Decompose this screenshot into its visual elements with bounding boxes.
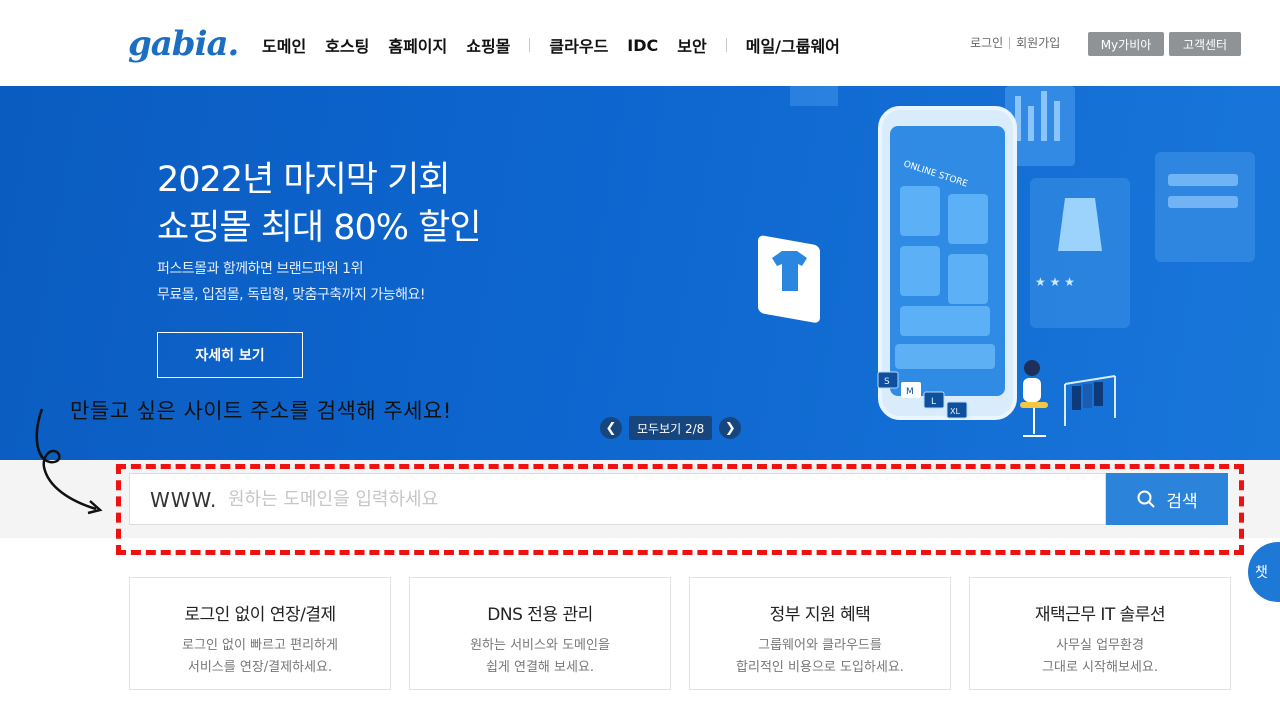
banner-title-line1: 2022년 마지막 기회: [157, 160, 451, 200]
banner-title-line2: 쇼핑몰 최대 80% 할인: [157, 208, 482, 248]
util-links: 로그인 회원가입: [970, 34, 1060, 51]
banner-pager: ❮ 모두보기 2/8 ❯: [600, 416, 742, 440]
card-desc-line: 그대로 시작해보세요.: [1042, 660, 1158, 675]
svg-text:S: S: [884, 377, 890, 387]
card-desc-line: 쉽게 연결해 보세요.: [485, 660, 595, 675]
signup-link[interactable]: 회원가입: [1016, 34, 1060, 51]
gabia-logo[interactable]: gabia.: [128, 24, 239, 64]
card-desc-line: 서비스를 연장/결제하세요.: [187, 660, 333, 675]
card-desc-line: 합리적인 비용으로 도입하세요.: [736, 660, 904, 675]
card-desc-line: 원하는 서비스와 도메인을: [470, 638, 610, 653]
banner-title: 2022년 마지막 기회 쇼핑몰 최대 80% 할인: [157, 156, 482, 252]
login-link[interactable]: 로그인: [970, 34, 1003, 51]
chevron-left-icon: ❮: [605, 420, 617, 436]
nav-mail-groupware[interactable]: 메일/그룹웨어: [746, 33, 840, 57]
phone-graphic: ONLINE STORE: [878, 106, 1017, 420]
svg-text:L: L: [931, 397, 936, 407]
card-desc-line: 사무실 업무환경: [1056, 638, 1144, 653]
support-button[interactable]: 고객센터: [1169, 32, 1241, 56]
chat-button[interactable]: 챗: [1248, 542, 1280, 602]
shopping-illustration: ★ ★ ★ ONLINE STORE S M L XL: [758, 86, 1255, 437]
svg-text:M: M: [906, 387, 914, 397]
nav-domain[interactable]: 도메인: [262, 33, 306, 57]
nav-shoppingmall[interactable]: 쇼핑몰: [466, 33, 510, 57]
card-remote-work-it[interactable]: 재택근무 IT 솔루션 사무실 업무환경 그대로 시작해보세요.: [969, 577, 1231, 690]
nav-homepage[interactable]: 홈페이지: [388, 33, 447, 57]
card-description: 로그인 없이 빠르고 편리하게 서비스를 연장/결제하세요.: [130, 635, 390, 679]
nav-divider: [529, 38, 531, 52]
tshirt-card: [758, 235, 820, 323]
card-title: 재택근무 IT 솔루션: [1034, 605, 1166, 625]
quick-service-cards: 로그인 없이 연장/결제 로그인 없이 빠르고 편리하게 서비스를 연장/결제하…: [129, 577, 1231, 690]
card-description: 원하는 서비스와 도메인을 쉽게 연결해 보세요.: [410, 635, 670, 679]
main-nav: 도메인 호스팅 홈페이지 쇼핑몰 클라우드 IDC 보안 메일/그룹웨어: [262, 33, 859, 57]
card-title: DNS 전용 관리: [487, 605, 593, 625]
nav-divider: [725, 38, 727, 52]
banner-desc-line2: 무료몰, 입점몰, 독립형, 맞춤구축까지 가능해요!: [157, 287, 425, 303]
card-desc-line: 로그인 없이 빠르고 편리하게: [182, 638, 338, 653]
card-government-support[interactable]: 정부 지원 혜택 그룹웨어와 클라우드를 합리적인 비용으로 도입하세요.: [689, 577, 951, 690]
card-title: 로그인 없이 연장/결제: [184, 605, 336, 625]
card-dns-management[interactable]: DNS 전용 관리 원하는 서비스와 도메인을 쉽게 연결해 보세요.: [409, 577, 671, 690]
util-divider: [1009, 36, 1011, 49]
annotation-text: 만들고 싶은 사이트 주소를 검색해 주세요!: [70, 399, 452, 423]
nav-security[interactable]: 보안: [677, 33, 706, 57]
prev-slide-button[interactable]: ❮: [600, 417, 622, 439]
svg-text:XL: XL: [950, 407, 960, 416]
person-graphic: [1020, 360, 1048, 437]
card-title: 정부 지원 혜택: [769, 605, 871, 625]
svg-text:★ ★ ★: ★ ★ ★: [1035, 275, 1075, 289]
banner-detail-button[interactable]: 자세히 보기: [157, 332, 303, 378]
mygabia-button[interactable]: My가비아: [1088, 32, 1164, 56]
nav-hosting[interactable]: 호스팅: [325, 33, 369, 57]
nav-cloud[interactable]: 클라우드: [549, 33, 608, 57]
annotation-arrow: [35, 408, 103, 515]
chat-label: 챗: [1255, 565, 1268, 581]
site-header: gabia. 도메인 호스팅 홈페이지 쇼핑몰 클라우드 IDC 보안 메일/그…: [0, 0, 1280, 86]
view-all-counter[interactable]: 모두보기 2/8: [629, 416, 713, 440]
clothes-rack: [1064, 375, 1116, 426]
banner-description: 퍼스트몰과 함께하면 브랜드파워 1위 무료몰, 입점몰, 독립형, 맞춤구축까…: [157, 256, 425, 308]
card-desc-line: 그룹웨어와 클라우드를: [758, 638, 882, 653]
search-highlight-box: [116, 464, 1244, 555]
panel-shape: [790, 86, 838, 106]
card-description: 사무실 업무환경 그대로 시작해보세요.: [970, 635, 1230, 679]
card-description: 그룹웨어와 클라우드를 합리적인 비용으로 도입하세요.: [690, 635, 950, 679]
nav-idc[interactable]: IDC: [627, 36, 658, 55]
chevron-right-icon: ❯: [724, 420, 736, 436]
banner-desc-line1: 퍼스트몰과 함께하면 브랜드파워 1위: [157, 261, 363, 277]
next-slide-button[interactable]: ❯: [719, 417, 742, 439]
card-renew-without-login[interactable]: 로그인 없이 연장/결제 로그인 없이 빠르고 편리하게 서비스를 연장/결제하…: [129, 577, 391, 690]
